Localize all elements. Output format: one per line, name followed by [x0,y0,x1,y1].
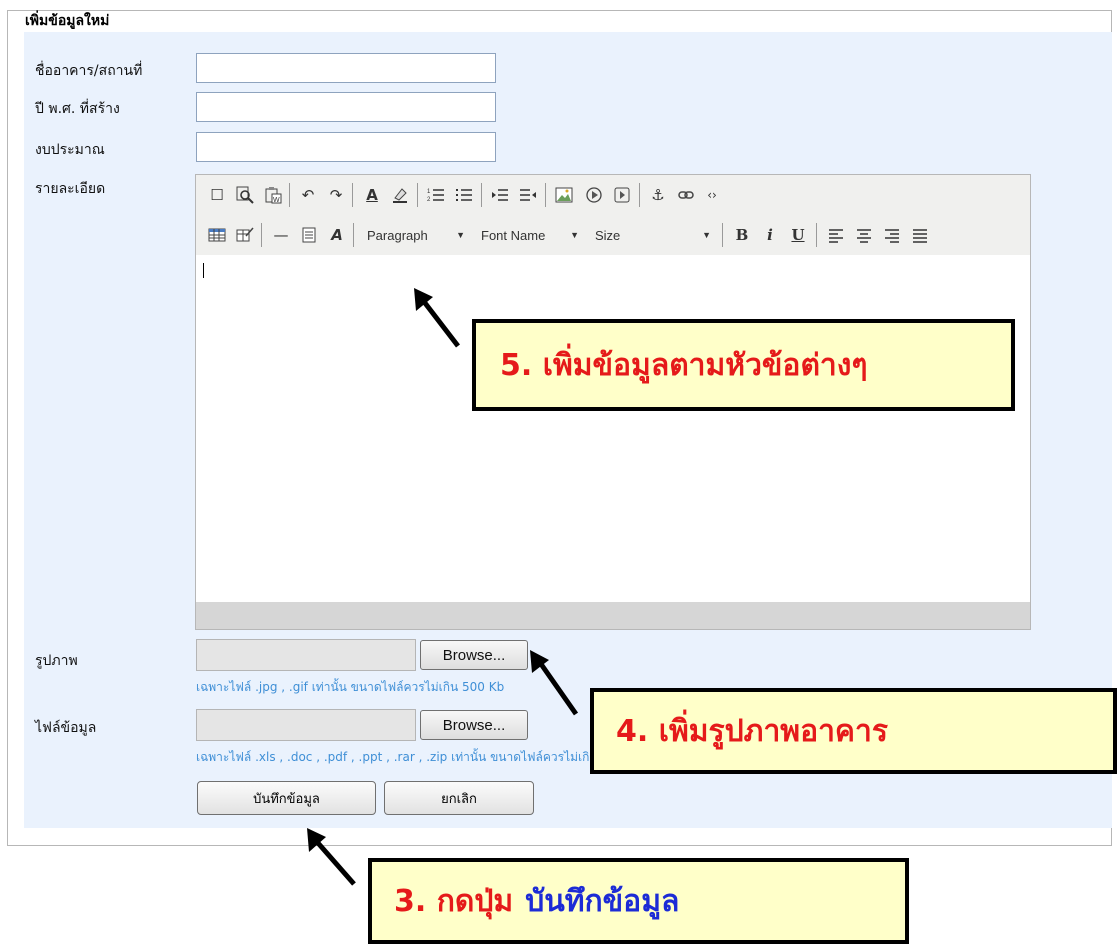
annotation-arrows [307,288,579,886]
callout-step3-prefix: 3. กดปุ่ม [394,883,514,919]
callout-step5: 5. เพิ่มข้อมูลตามหัวข้อต่างๆ [472,319,1015,411]
arrow-step5 [423,301,460,348]
callout-step4-text: 4. เพิ่มรูปภาพอาคาร [616,713,888,749]
callout-step3: 3. กดปุ่ม บันทึกข้อมูล [368,858,909,944]
callout-step4: 4. เพิ่มรูปภาพอาคาร [590,688,1117,774]
arrow-step3 [316,841,356,886]
callout-step3-target: บันทึกข้อมูล [525,883,680,919]
arrow-step4 [538,662,579,716]
callout-step5-text: 5. เพิ่มข้อมูลตามหัวข้อต่างๆ [500,347,868,383]
